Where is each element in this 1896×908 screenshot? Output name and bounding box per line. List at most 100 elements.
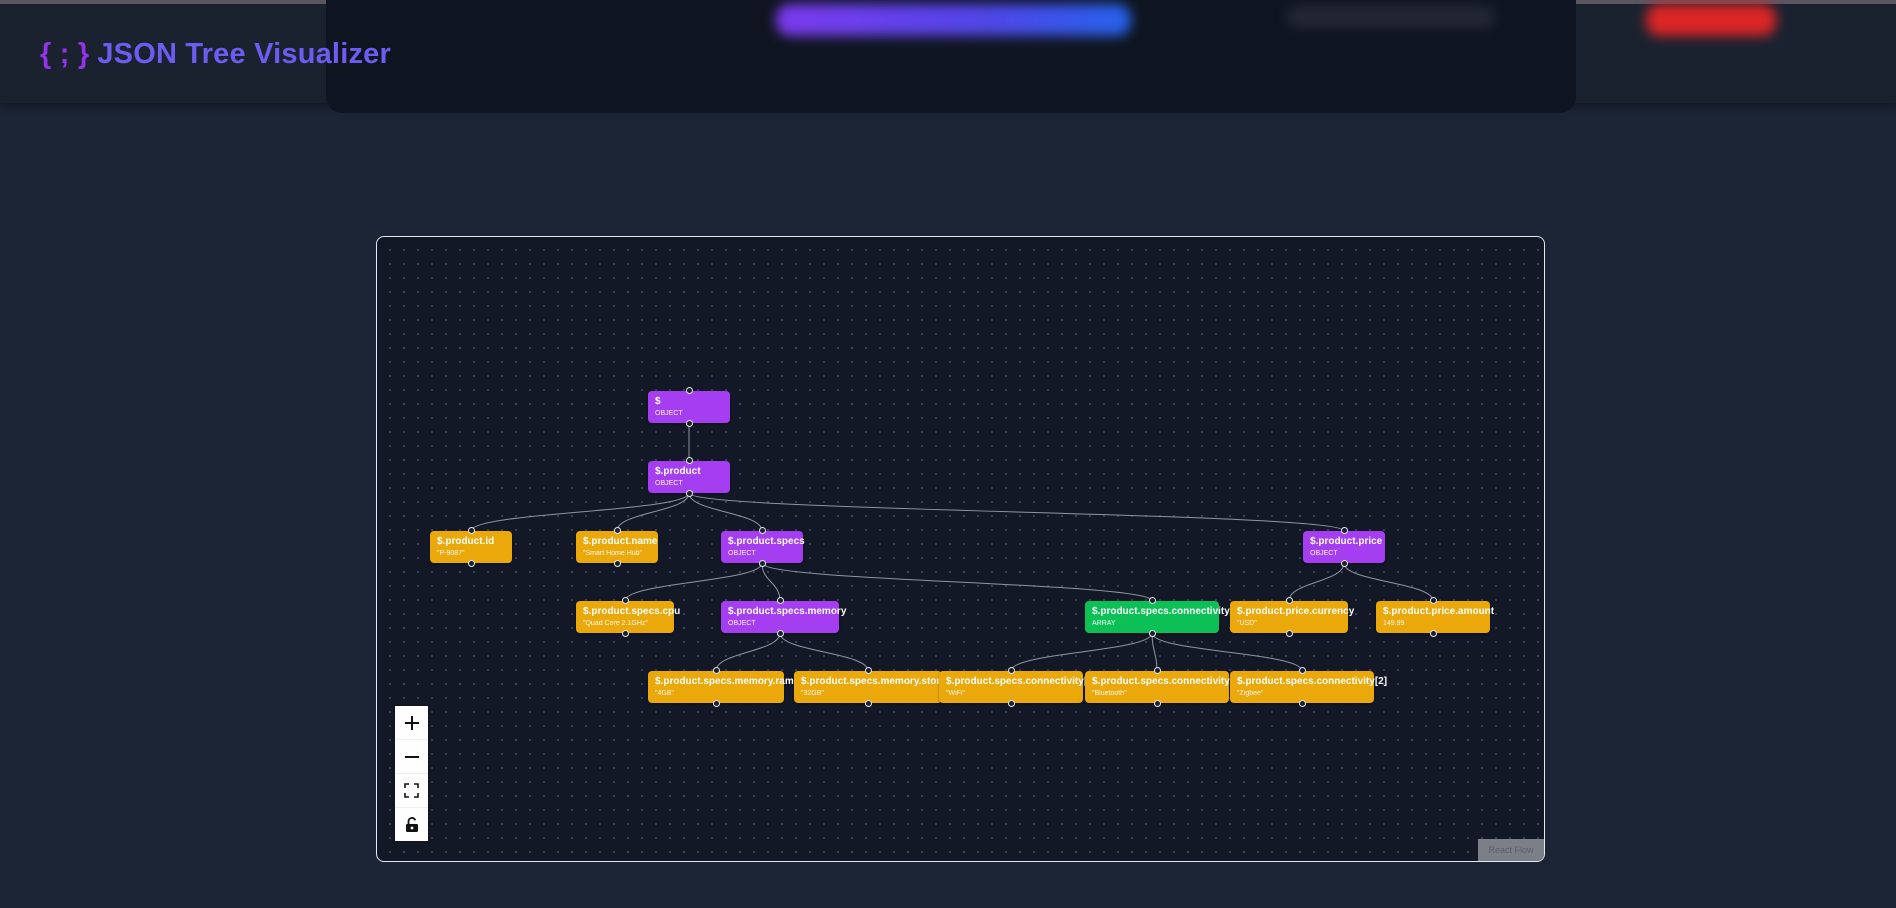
node-value: OBJECT — [1310, 550, 1338, 557]
node-value: OBJECT — [655, 480, 683, 487]
tree-edge — [624, 562, 763, 602]
target-handle[interactable] — [1340, 527, 1348, 534]
tree-edge — [688, 492, 1345, 532]
source-handle[interactable] — [776, 630, 784, 637]
app-title-text: JSON Tree Visualizer — [97, 38, 391, 70]
target-handle[interactable] — [1298, 667, 1306, 674]
tree-node-specs-memory[interactable]: $.product.specs.memory OBJECT — [721, 597, 847, 637]
target-handle[interactable] — [1148, 597, 1156, 604]
node-value: OBJECT — [655, 410, 683, 417]
tree-node-product-specs[interactable]: $.product.specs OBJECT — [721, 527, 805, 567]
target-handle[interactable] — [776, 597, 784, 604]
node-value: OBJECT — [728, 550, 756, 557]
source-handle[interactable] — [1153, 700, 1161, 707]
tree-edge — [470, 492, 690, 532]
target-handle[interactable] — [621, 597, 629, 604]
tree-edge — [1288, 562, 1345, 602]
tree-canvas[interactable]: $ OBJECT $.product OBJECT $.product.id "P-908… — [376, 236, 1545, 862]
node-key: $.product.specs — [728, 536, 805, 547]
tree-node-price-currency[interactable]: $.product.price.currency "USD" — [1230, 597, 1354, 637]
node-key: $.product.id — [437, 536, 495, 547]
app-header: { ; } JSON Tree Visualizer — [0, 0, 1896, 113]
tree-edge — [1343, 562, 1434, 602]
source-handle[interactable] — [1285, 630, 1293, 637]
blurred-red-button — [1646, 4, 1776, 36]
tree-edge — [779, 632, 869, 672]
source-handle[interactable] — [685, 420, 693, 427]
node-value: OBJECT — [728, 620, 756, 627]
source-handle[interactable] — [1007, 700, 1015, 707]
node-key: $.product.specs.connectivity[2] — [1237, 676, 1388, 687]
toggle-interactivity-button[interactable] — [395, 808, 428, 841]
blurred-toolbar-backdrop — [326, 0, 1776, 113]
blurred-gradient-button — [776, 4, 1131, 36]
minus-icon — [404, 755, 419, 758]
node-value: 149.99 — [1383, 620, 1405, 627]
zoom-in-button[interactable] — [395, 706, 428, 740]
node-value: "32GB" — [801, 690, 824, 697]
react-flow-attribution[interactable]: React Flow — [1478, 839, 1544, 861]
node-value: "WiFi" — [946, 690, 965, 697]
source-handle[interactable] — [467, 560, 475, 567]
source-handle[interactable] — [685, 490, 693, 497]
source-handle[interactable] — [1340, 560, 1348, 567]
tree-node-connectivity-2[interactable]: $.product.specs.connectivity[2] "Zigbee" — [1230, 667, 1388, 707]
tree-node-product-id[interactable]: $.product.id "P-9087" — [430, 527, 512, 567]
tree-node-connectivity-0[interactable]: $.product.specs.connectivity[0] "WiFi" — [939, 667, 1096, 707]
target-handle[interactable] — [1007, 667, 1015, 674]
target-handle[interactable] — [1285, 597, 1293, 604]
tree-node-connectivity-1[interactable]: $.product.specs.connectivity[1] "Bluetoot… — [1085, 667, 1242, 707]
node-key: $ — [655, 396, 661, 407]
source-handle[interactable] — [621, 630, 629, 637]
target-handle[interactable] — [685, 387, 693, 394]
fullscreen-icon — [404, 783, 419, 798]
target-handle[interactable] — [467, 527, 475, 534]
node-key: $.product.price — [1310, 536, 1383, 547]
flow-controls — [395, 706, 428, 841]
target-handle[interactable] — [1429, 597, 1437, 604]
target-handle[interactable] — [1153, 667, 1161, 674]
fit-view-button[interactable] — [395, 774, 428, 808]
tree-edge — [616, 492, 690, 532]
target-handle[interactable] — [685, 457, 693, 464]
node-key: $.product.specs.memory.storage — [801, 676, 958, 687]
node-value: "P-9087" — [437, 550, 465, 557]
tree-node-product[interactable]: $.product OBJECT — [648, 457, 730, 497]
tree-node-memory-ram[interactable]: $.product.specs.memory.ram "4GB" — [648, 667, 794, 707]
tree-node-product-name[interactable]: $.product.name "Smart Home Hub" — [576, 527, 658, 567]
node-key: $.product — [655, 466, 701, 477]
node-value: ARRAY — [1092, 620, 1116, 627]
source-handle[interactable] — [1429, 630, 1437, 637]
tree-edge — [761, 562, 1153, 602]
node-value: "Smart Home Hub" — [583, 550, 643, 557]
tree-node-root[interactable]: $ OBJECT — [648, 387, 730, 427]
tree-edge — [1151, 632, 1158, 672]
unlock-icon — [405, 817, 418, 832]
tree-edge — [688, 492, 763, 532]
node-key: $.product.specs.connectivity — [1092, 606, 1230, 617]
source-handle[interactable] — [1148, 630, 1156, 637]
tree-node-memory-storage[interactable]: $.product.specs.memory.storage "32GB" — [794, 667, 958, 707]
tree-node-product-price[interactable]: $.product.price OBJECT — [1303, 527, 1385, 567]
node-key: $.product.specs.cpu — [583, 606, 681, 617]
target-handle[interactable] — [864, 667, 872, 674]
target-handle[interactable] — [758, 527, 766, 534]
source-handle[interactable] — [613, 560, 621, 567]
tree-node-price-amount[interactable]: $.product.price.amount 149.99 — [1376, 597, 1494, 637]
plus-icon — [404, 715, 419, 730]
node-value: "Zigbee" — [1237, 690, 1264, 697]
tree-node-specs-cpu[interactable]: $.product.specs.cpu "Quad Core 2.1GHz" — [576, 597, 681, 637]
tree-edge — [1010, 632, 1153, 672]
source-handle[interactable] — [1298, 700, 1306, 707]
source-handle[interactable] — [864, 700, 872, 707]
source-handle[interactable] — [712, 700, 720, 707]
blurred-text-block — [1286, 6, 1496, 28]
target-handle[interactable] — [613, 527, 621, 534]
tree-node-specs-connectivity[interactable]: $.product.specs.connectivity ARRAY — [1085, 597, 1230, 637]
zoom-out-button[interactable] — [395, 740, 428, 774]
source-handle[interactable] — [758, 560, 766, 567]
node-key: $.product.name — [583, 536, 658, 547]
node-value: "Quad Core 2.1GHz" — [583, 620, 648, 627]
node-key: $.product.specs.memory — [728, 606, 847, 617]
target-handle[interactable] — [712, 667, 720, 674]
